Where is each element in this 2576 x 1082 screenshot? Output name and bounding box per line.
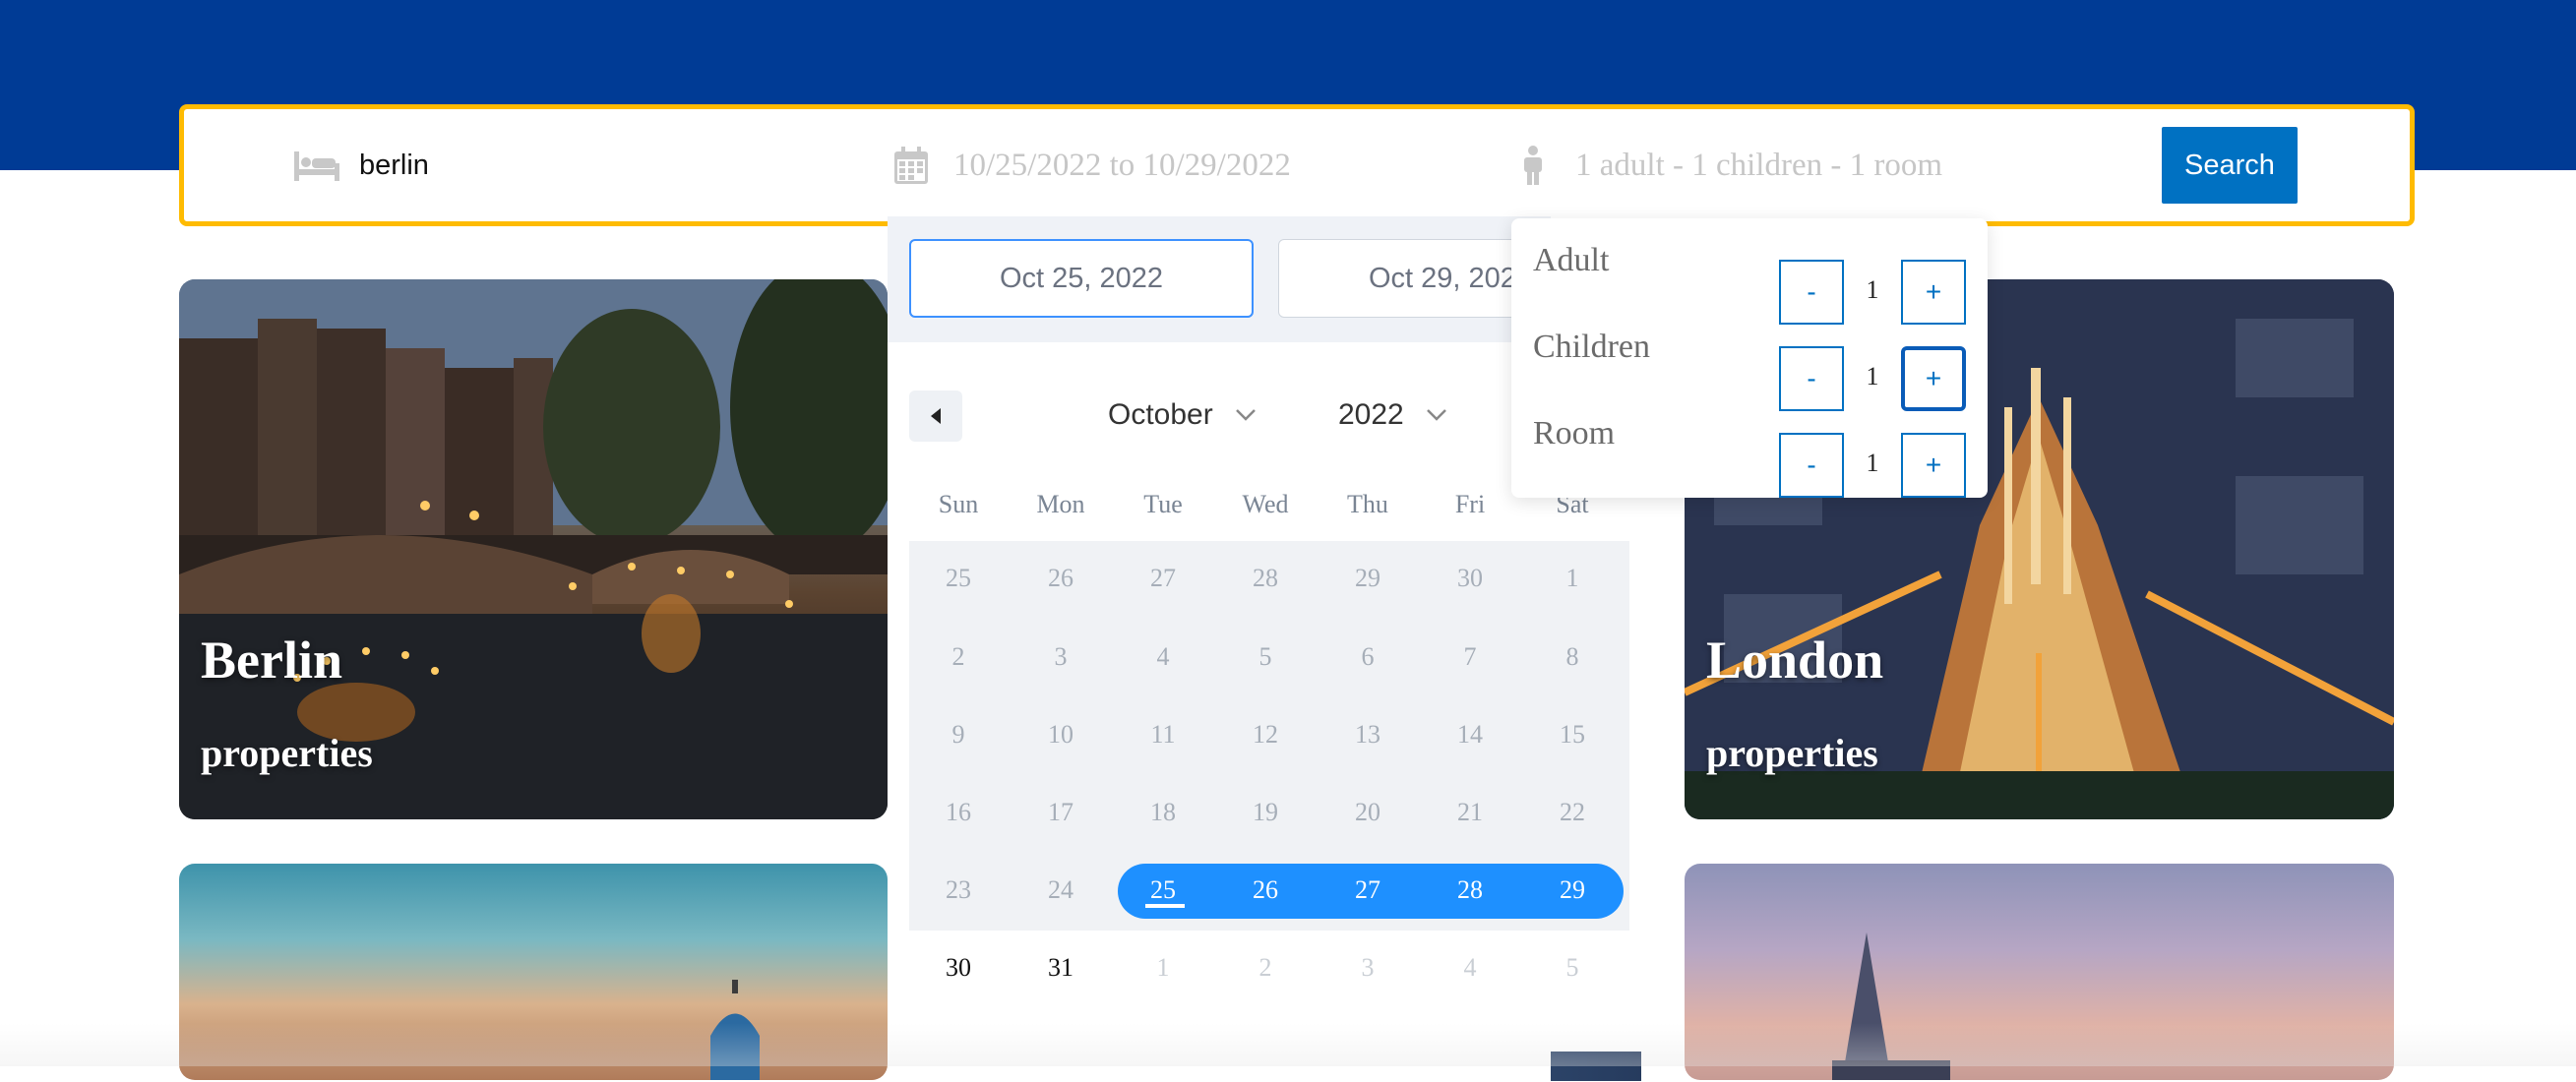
guest-label: Room: [1533, 415, 1616, 451]
calendar-day[interactable]: 12: [1214, 720, 1317, 750]
calendar-day[interactable]: 30: [1419, 564, 1521, 593]
adult-decrement-button[interactable]: -: [1779, 260, 1844, 325]
month-select[interactable]: October: [1108, 398, 1257, 432]
calendar-day[interactable]: 9: [907, 720, 1010, 750]
calendar-day[interactable]: 8: [1521, 642, 1624, 672]
guest-row-children: Children - 1 +: [1511, 325, 1988, 411]
card-title: Berlin: [201, 631, 342, 690]
room-count: 1: [1866, 449, 1879, 477]
calendar-day[interactable]: 4: [1112, 642, 1214, 672]
guest-row-adult: Adult - 1 +: [1511, 238, 1988, 325]
search-button[interactable]: Search: [2162, 127, 2298, 204]
guests-text[interactable]: 1 adult - 1 children - 1 room: [1575, 148, 1942, 184]
children-increment-button[interactable]: +: [1901, 346, 1966, 411]
calendar-day-selected[interactable]: 27: [1317, 875, 1419, 905]
start-date-display[interactable]: Oct 25, 2022: [909, 239, 1254, 318]
chevron-down-icon: [1426, 409, 1446, 421]
calendar-day[interactable]: 16: [907, 798, 1010, 827]
calendar-day[interactable]: 3: [1317, 953, 1419, 983]
chevron-down-icon: [1235, 409, 1256, 421]
calendar-day[interactable]: 29: [1317, 564, 1419, 593]
calendar-day[interactable]: 15: [1521, 720, 1624, 750]
weekday-label: Wed: [1242, 490, 1289, 518]
today-indicator: [1145, 904, 1185, 908]
card-subtitle: properties: [201, 731, 373, 775]
calendar-day[interactable]: 24: [1010, 875, 1112, 905]
calendar-day[interactable]: 4: [1419, 953, 1521, 983]
weekday-label: Sun: [938, 490, 979, 518]
adult-increment-button[interactable]: +: [1901, 260, 1966, 325]
calendar-day[interactable]: 26: [1010, 564, 1112, 593]
calendar-day[interactable]: 28: [1214, 564, 1317, 593]
card-title: London: [1706, 631, 1884, 690]
calendar-day[interactable]: 7: [1419, 642, 1521, 672]
card-subtitle: properties: [1706, 731, 1878, 775]
city-card-4[interactable]: [1685, 864, 2394, 1080]
prev-month-button[interactable]: [909, 391, 962, 442]
calendar-day[interactable]: 17: [1010, 798, 1112, 827]
children-count: 1: [1866, 362, 1879, 391]
guest-label: Adult: [1533, 242, 1610, 278]
room-decrement-button[interactable]: -: [1779, 433, 1844, 498]
calendar-day[interactable]: 1: [1521, 564, 1624, 593]
calendar-day[interactable]: 18: [1112, 798, 1214, 827]
children-decrement-button[interactable]: -: [1779, 346, 1844, 411]
weekday-label: Fri: [1454, 490, 1486, 518]
guest-row-room: Room - 1 +: [1511, 411, 1988, 498]
calendar-day[interactable]: 1: [1112, 953, 1214, 983]
calendar-day[interactable]: 10: [1010, 720, 1112, 750]
calendar-day[interactable]: 6: [1317, 642, 1419, 672]
calendar-day[interactable]: 25: [907, 564, 1010, 593]
room-increment-button[interactable]: +: [1901, 433, 1966, 498]
destination-input[interactable]: [359, 149, 654, 182]
calendar-day[interactable]: 20: [1317, 798, 1419, 827]
calendar-day[interactable]: 3: [1010, 642, 1112, 672]
arrow-left-icon: [931, 408, 941, 424]
guests-popover: Adult - 1 + Children - 1 + Room - 1 +: [1511, 218, 1988, 498]
weekday-label: Mon: [1036, 490, 1085, 518]
calendar-day[interactable]: 22: [1521, 798, 1624, 827]
city-photo: [1832, 932, 1950, 1080]
bed-icon: [292, 144, 341, 187]
calendar-day[interactable]: 31: [1010, 953, 1112, 983]
calendar-day[interactable]: 23: [907, 875, 1010, 905]
year-select[interactable]: 2022: [1338, 398, 1447, 432]
search-bar: 10/25/2022 to 10/29/2022 1 adult - 1 chi…: [179, 104, 2415, 226]
destination-field[interactable]: [292, 109, 654, 221]
calendar-day-selected[interactable]: 28: [1419, 875, 1521, 905]
adult-count: 1: [1866, 275, 1879, 304]
calendar-icon: [887, 144, 936, 187]
year-label: 2022: [1338, 398, 1404, 431]
calendar-day[interactable]: 19: [1214, 798, 1317, 827]
dates-text[interactable]: 10/25/2022 to 10/29/2022: [953, 148, 1291, 184]
calendar-day[interactable]: 2: [907, 642, 1010, 672]
calendar-day-selected[interactable]: 25: [1112, 875, 1214, 905]
calendar-day[interactable]: 21: [1419, 798, 1521, 827]
calendar-day[interactable]: 27: [1112, 564, 1214, 593]
calendar-day-selected[interactable]: 26: [1214, 875, 1317, 905]
calendar-day-selected[interactable]: 29: [1521, 875, 1624, 905]
city-card-3[interactable]: [179, 864, 888, 1080]
calendar-day[interactable]: 13: [1317, 720, 1419, 750]
city-photo: [710, 980, 760, 1080]
calendar-day[interactable]: 2: [1214, 953, 1317, 983]
calendar-day[interactable]: 14: [1419, 720, 1521, 750]
guest-label: Children: [1533, 329, 1650, 365]
weekday-label: Thu: [1347, 490, 1388, 518]
weekday-label: Tue: [1143, 490, 1183, 518]
person-icon: [1508, 144, 1558, 187]
calendar-day[interactable]: 5: [1521, 953, 1624, 983]
dates-field[interactable]: 10/25/2022 to 10/29/2022: [887, 109, 1291, 221]
month-label: October: [1108, 398, 1213, 431]
calendar-day[interactable]: 30: [907, 953, 1010, 983]
city-card-berlin[interactable]: Berlin properties: [179, 279, 888, 819]
guests-field[interactable]: 1 adult - 1 children - 1 room: [1508, 109, 1942, 221]
calendar-day[interactable]: 5: [1214, 642, 1317, 672]
calendar-day[interactable]: 11: [1112, 720, 1214, 750]
